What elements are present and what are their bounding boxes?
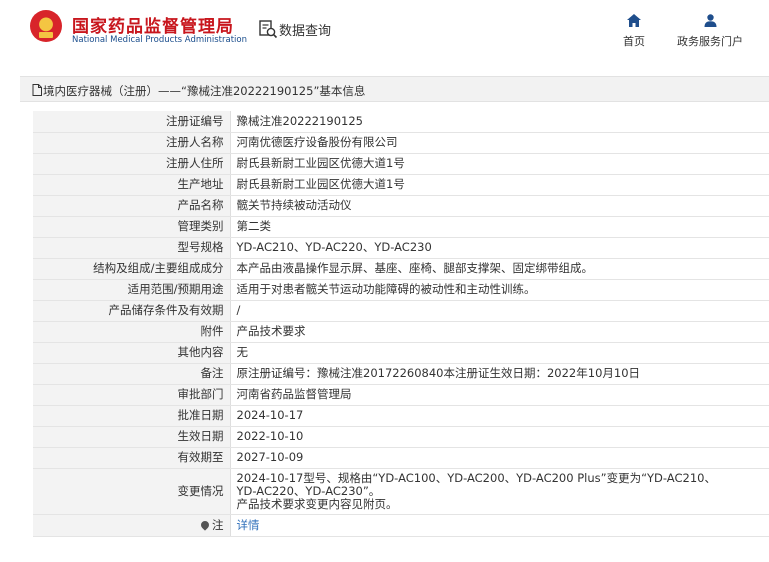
change-line: YD-AC220、YD-AC230”。 — [236, 483, 381, 498]
table-row: 管理类别 第二类 — [33, 216, 769, 238]
table-row: 其他内容无 — [33, 342, 769, 364]
field-label: 注册证编号 — [33, 111, 231, 133]
nav-home[interactable]: 首页 — [614, 14, 654, 49]
field-value: 河南优德医疗设备股份有限公司 — [230, 132, 769, 154]
field-label: 其他内容 — [33, 342, 231, 364]
field-label: 审批部门 — [33, 384, 231, 406]
site-header: 国家药品监督管理局 National Medical Products Admi… — [0, 0, 769, 62]
table-row-change: 变更情况 2024-10-17型号、规格由“YD-AC100、YD-AC200、… — [33, 468, 769, 515]
field-label: 适用范围/预期用途 — [33, 279, 231, 301]
field-value: 2024-10-17 — [230, 405, 769, 427]
field-value: 2022-10-10 — [230, 426, 769, 448]
field-value: 第二类 — [230, 216, 769, 238]
table-row: 注册证编号 豫械注准20222190125 — [33, 111, 769, 133]
breadcrumb-text[interactable]: 境内医疗器械（注册）——“豫械注准20222190125”基本信息 — [43, 84, 365, 98]
breadcrumb: 境内医疗器械（注册）——“豫械注准20222190125”基本信息 — [20, 76, 769, 102]
table-row: 产品储存条件及有效期 / — [33, 300, 769, 322]
field-label: 产品名称 — [33, 195, 231, 217]
field-label: 变更情况 — [33, 468, 231, 515]
registration-info-table: 注册证编号 豫械注准20222190125 注册人名称 河南优德医疗设备股份有限公司… — [33, 111, 769, 537]
table-row: 备注 原注册证编号：豫械注准20172260840本注册证生效日期：2022年10… — [33, 363, 769, 385]
home-icon — [627, 14, 641, 27]
field-value: 髋关节持续被动活动仪 — [230, 195, 769, 217]
field-label: 注册人名称 — [33, 132, 231, 154]
field-value: 原注册证编号：豫械注准20172260840本注册证生效日期：2022年10月1… — [230, 363, 769, 385]
field-label: 有效期至 — [33, 447, 231, 469]
org-name-cn: 国家药品监督管理局 — [72, 17, 234, 37]
table-row: 审批部门 河南省药品监督管理局 — [33, 384, 769, 406]
table-row: 注册人名称 河南优德医疗设备股份有限公司 — [33, 132, 769, 154]
note-value: 详情 — [230, 514, 769, 537]
table-row: 结构及组成/主要组成成分 本产品由液晶操作显示屏、基座、座椅、腿部支撑架、固定绑带… — [33, 258, 769, 280]
table-row: 批准日期 2024-10-17 — [33, 405, 769, 427]
field-label: 备注 — [33, 363, 231, 385]
nav-home-label: 首页 — [623, 35, 645, 48]
field-label: 附件 — [33, 321, 231, 343]
note-label-cell: 注 — [33, 514, 231, 537]
breadcrumb-trail: 境内医疗器械（注册）——“豫械注准20222190125”基本信息 — [32, 83, 365, 99]
search-document-icon[interactable] — [258, 19, 278, 39]
document-icon — [32, 84, 42, 96]
field-label: 结构及组成/主要组成成分 — [33, 258, 231, 280]
table-row: 产品名称 髋关节持续被动活动仪 — [33, 195, 769, 217]
change-history-value: 2024-10-17型号、规格由“YD-AC100、YD-AC200、YD-AC… — [230, 468, 769, 515]
field-label: 注 — [212, 517, 224, 532]
data-query-link[interactable]: 数据查询 — [279, 20, 331, 39]
national-emblem-logo — [30, 10, 62, 42]
table-row: 适用范围/预期用途 适用于对患者髋关节运动功能障碍的被动性和主动性训练。 — [33, 279, 769, 301]
change-line: 2024-10-17型号、规格由“YD-AC100、YD-AC200、YD-AC… — [236, 470, 716, 485]
field-value: 产品技术要求 — [230, 321, 769, 343]
nav-portal-label: 政务服务门户 — [677, 35, 743, 48]
field-value: 2027-10-09 — [230, 447, 769, 469]
table-row: 附件 产品技术要求 — [33, 321, 769, 343]
table-row: 型号规格 YD-AC210、YD-AC220、YD-AC230 — [33, 237, 769, 259]
change-line: 产品技术要求变更内容见附页。 — [236, 496, 398, 511]
field-value: 无 — [230, 342, 769, 364]
field-label: 注册人住所 — [33, 153, 231, 175]
details-link[interactable]: 详情 — [237, 518, 260, 532]
user-icon — [704, 14, 716, 27]
table-row: 有效期至 2027-10-09 — [33, 447, 769, 469]
field-label: 管理类别 — [33, 216, 231, 238]
table-row: 注册人住所 尉氏县新尉工业园区优德大道1号 — [33, 153, 769, 175]
field-value: 豫械注准20222190125 — [230, 111, 769, 133]
field-value: 河南省药品监督管理局 — [230, 384, 769, 406]
table-row: 生产地址 尉氏县新尉工业园区优德大道1号 — [33, 174, 769, 196]
nav-portal[interactable]: 政务服务门户 — [672, 14, 748, 49]
org-name-en: National Medical Products Administration — [72, 35, 247, 45]
field-value: YD-AC210、YD-AC220、YD-AC230 — [230, 237, 769, 259]
field-label: 生效日期 — [33, 426, 231, 448]
table-row-note: 注 详情 — [33, 514, 769, 537]
field-value: 本产品由液晶操作显示屏、基座、座椅、腿部支撑架、固定绑带组成。 — [230, 258, 769, 280]
field-value: / — [230, 300, 769, 322]
field-value: 尉氏县新尉工业园区优德大道1号 — [230, 174, 769, 196]
field-value: 适用于对患者髋关节运动功能障碍的被动性和主动性训练。 — [230, 279, 769, 301]
field-label: 生产地址 — [33, 174, 231, 196]
field-label: 型号规格 — [33, 237, 231, 259]
field-label: 产品储存条件及有效期 — [33, 300, 231, 322]
location-pin-icon — [199, 518, 211, 531]
field-value: 尉氏县新尉工业园区优德大道1号 — [230, 153, 769, 175]
table-row: 生效日期 2022-10-10 — [33, 426, 769, 448]
field-label: 批准日期 — [33, 405, 231, 427]
